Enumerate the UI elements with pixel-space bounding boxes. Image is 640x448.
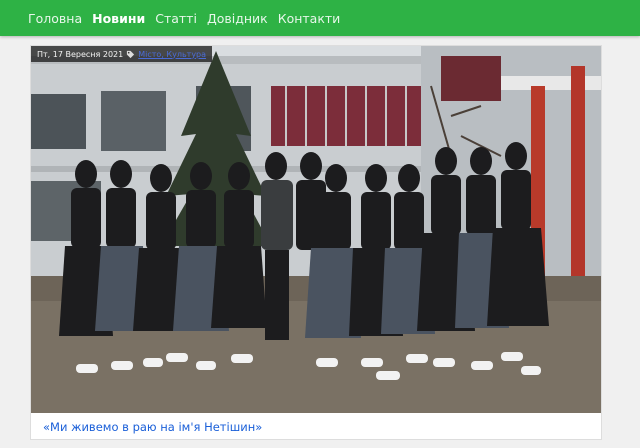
article-title-row: «Ми живемо в раю на ім'я Нетішин» — [31, 413, 601, 440]
group-photo-illustration — [31, 46, 601, 413]
article-title-link[interactable]: «Ми живемо в раю на ім'я Нетішин» — [43, 420, 262, 434]
article-date: Пт, 17 Вересня 2021 — [37, 49, 124, 59]
nav-contacts[interactable]: Контакти — [278, 11, 341, 26]
article-meta-bar: Пт, 17 Вересня 2021 Місто, Культура — [31, 46, 213, 62]
tag-icon — [126, 50, 135, 59]
nav-directory[interactable]: Довідник — [207, 11, 268, 26]
main-nav: Головна Новини Статті Довідник Контакти — [28, 0, 340, 36]
nav-articles[interactable]: Статті — [155, 11, 197, 26]
nav-home[interactable]: Головна — [28, 11, 82, 26]
top-navbar: Головна Новини Статті Довідник Контакти — [0, 0, 640, 36]
news-card: Пт, 17 Вересня 2021 Місто, Культура «Ми … — [30, 45, 602, 440]
article-category-link[interactable]: Місто, Культура — [138, 50, 206, 59]
news-photo[interactable]: Пт, 17 Вересня 2021 Місто, Культура — [31, 46, 601, 413]
nav-news[interactable]: Новини — [92, 11, 145, 26]
